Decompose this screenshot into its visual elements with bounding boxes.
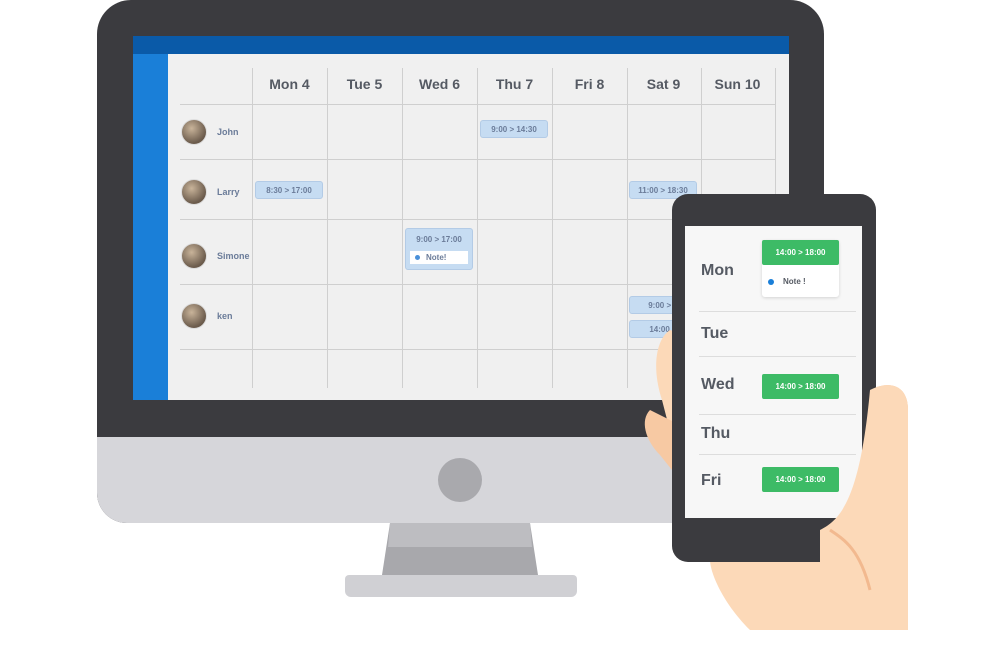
avatar bbox=[181, 179, 207, 205]
person-name: Simone bbox=[217, 251, 250, 261]
power-button bbox=[438, 458, 482, 502]
note-text: Note ! bbox=[783, 277, 806, 286]
grid-line bbox=[327, 68, 328, 388]
day-header: Sat 9 bbox=[646, 76, 681, 92]
divider bbox=[699, 356, 856, 357]
day-header: Wed 6 bbox=[419, 76, 460, 92]
phone-day: Fri bbox=[701, 472, 722, 489]
grid-line bbox=[180, 104, 775, 105]
grid-line bbox=[252, 68, 253, 388]
grid-line bbox=[402, 68, 403, 388]
hand-fingers bbox=[820, 385, 908, 630]
grid-line bbox=[552, 68, 553, 388]
day-header: Tue 5 bbox=[346, 76, 383, 92]
note-dot-icon bbox=[415, 255, 420, 260]
avatar bbox=[181, 303, 207, 329]
person-row-simone[interactable]: Simone bbox=[181, 243, 250, 269]
person-name: John bbox=[217, 127, 239, 137]
person-row-larry[interactable]: Larry bbox=[181, 179, 240, 205]
shift-block-with-note[interactable]: 9:00 > 17:00 Note! bbox=[405, 228, 473, 270]
illustration: Mon 4 Tue 5 Wed 6 Thu 7 Fri 8 Sat 9 Sun … bbox=[0, 0, 1000, 654]
phone-day: Wed bbox=[701, 376, 735, 393]
phone-day: Thu bbox=[701, 425, 731, 442]
note-text: Note! bbox=[426, 253, 447, 262]
avatar bbox=[181, 243, 207, 269]
person-name: Larry bbox=[217, 187, 240, 197]
shift-time: 9:00 > 17:00 bbox=[416, 235, 462, 244]
shift-note[interactable]: Note! bbox=[410, 251, 468, 264]
note-dot-icon bbox=[768, 278, 774, 285]
sidebar bbox=[133, 54, 168, 400]
person-name: ken bbox=[217, 311, 233, 321]
day-header: Fri 8 bbox=[574, 76, 605, 92]
day-header: Mon 4 bbox=[269, 76, 310, 92]
phone-day: Mon bbox=[701, 262, 734, 279]
person-row-john[interactable]: John bbox=[181, 119, 239, 145]
day-header: Sun 10 bbox=[714, 76, 761, 92]
monitor-base bbox=[345, 575, 577, 597]
monitor-stand bbox=[382, 523, 538, 575]
top-bar bbox=[133, 36, 789, 54]
divider bbox=[699, 311, 856, 312]
shift-block[interactable]: 9:00 > 14:30 bbox=[480, 120, 548, 138]
person-row-ken[interactable]: ken bbox=[181, 303, 233, 329]
avatar bbox=[181, 119, 207, 145]
phone-note: Note ! bbox=[768, 277, 806, 286]
phone-shift-card[interactable]: 14:00 > 18:00 Note ! bbox=[762, 240, 839, 297]
phone-day: Tue bbox=[701, 325, 729, 342]
phone-shift: 14:00 > 18:00 bbox=[762, 240, 839, 265]
grid-line bbox=[180, 159, 775, 160]
shift-block[interactable]: 8:30 > 17:00 bbox=[255, 181, 323, 199]
grid-line bbox=[627, 68, 628, 388]
day-header: Thu 7 bbox=[495, 76, 534, 92]
grid-line bbox=[477, 68, 478, 388]
